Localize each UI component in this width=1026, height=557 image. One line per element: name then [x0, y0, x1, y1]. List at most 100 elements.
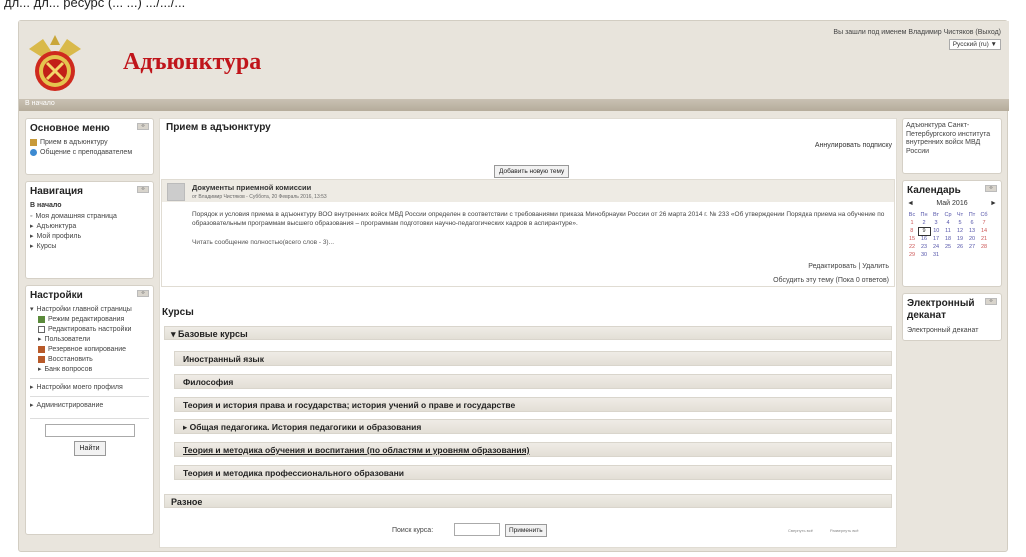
calendar-day[interactable]: 6	[966, 219, 978, 227]
calendar-day[interactable]: 28	[978, 243, 990, 251]
hide-block-icon[interactable]: ‹›	[985, 298, 997, 305]
find-button[interactable]: Найти	[73, 441, 106, 456]
expand-all-link[interactable]: Развернуть всё	[830, 528, 859, 533]
course-teaching-methods[interactable]: Теория и методика обучения и воспитания …	[174, 442, 892, 457]
settings-question-bank[interactable]: ▸ Банк вопросов	[38, 365, 149, 374]
bullet-icon: ◦	[30, 213, 33, 220]
dean-link[interactable]: Электронный деканат	[903, 324, 1001, 339]
top-clipped-text: дл... дл... ресурс (... ...) .../.../...	[4, 0, 186, 10]
dean-title: Электронный деканат ‹›	[903, 294, 1001, 324]
navigation-block: Навигация ‹› В начало ◦ Моя домашняя стран…	[25, 181, 154, 279]
chat-icon	[30, 149, 37, 156]
settings-front-page[interactable]: ▾ Настройки главной страницы	[30, 305, 149, 314]
calendar-day[interactable]: 16	[918, 235, 930, 243]
dean-block: Электронный деканат ‹› Электронный декана…	[902, 293, 1002, 341]
calendar-day[interactable]: 13	[966, 227, 978, 235]
settings-search-input[interactable]	[44, 424, 135, 437]
collapse-all-link[interactable]: Свернуть всё	[788, 528, 813, 533]
calendar-day[interactable]: 27	[966, 243, 978, 251]
calendar-day[interactable]: 24	[930, 243, 942, 251]
calendar-day[interactable]: 17	[930, 235, 942, 243]
discuss-link[interactable]: Обсудить эту тему (Пока 0 ответов)	[773, 277, 889, 284]
right-column: Адъюнктура Санкт-Петербургского институт…	[902, 118, 1002, 347]
breadcrumb-home[interactable]: В начало	[25, 100, 55, 107]
weekday-header: Чт	[956, 212, 964, 218]
header: Адъюнктура Вы зашли под именем Владимир …	[19, 21, 1009, 99]
settings-backup[interactable]: Резервное копирование	[38, 345, 149, 354]
calendar-day[interactable]: 12	[954, 227, 966, 235]
course-professional-education[interactable]: Теория и методика профессионального обра…	[174, 465, 892, 480]
nav-item-profile[interactable]: ▸ Мой профиль	[30, 232, 149, 241]
next-month-icon[interactable]: ►	[990, 200, 997, 207]
category-base-courses[interactable]: ▾ Базовые курсы	[164, 326, 892, 340]
calendar-day[interactable]: 21	[978, 235, 990, 243]
calendar-day	[978, 251, 990, 259]
nav-home[interactable]: В начало	[30, 201, 149, 210]
expand-arrow-icon: ▸	[38, 336, 42, 343]
course-search-input[interactable]	[454, 523, 500, 536]
course-general-pedagogy[interactable]: ▸ Общая педагогика. История педагогики и…	[174, 419, 892, 434]
weekday-header: Ср	[944, 212, 952, 218]
post-author[interactable]: от Владимир Чистяков - Суббота, 20 Февра…	[192, 194, 327, 200]
weekday-header: Вс	[908, 212, 916, 218]
weekday-header: Вт	[932, 212, 939, 218]
calendar-day[interactable]: 3	[930, 219, 942, 227]
course-foreign-language[interactable]: Иностранный язык	[174, 351, 892, 366]
calendar-day[interactable]: 19	[954, 235, 966, 243]
calendar-day[interactable]: 29	[906, 251, 918, 259]
hide-block-icon[interactable]: ‹›	[985, 185, 997, 192]
calendar-day[interactable]: 2	[918, 219, 930, 227]
nav-item-courses[interactable]: ▸ Курсы	[30, 242, 149, 251]
nav-item-adjunct[interactable]: ▸ Адъюнктура	[30, 222, 149, 231]
calendar-day[interactable]: 20	[966, 235, 978, 243]
calendar-day[interactable]: 9	[917, 226, 931, 236]
edit-delete-links[interactable]: Редактировать | Удалить	[808, 263, 889, 270]
calendar-day[interactable]: 10	[930, 227, 942, 235]
menu-item-communication[interactable]: Общение с преподавателем	[30, 148, 149, 157]
apply-search-button[interactable]: Применить	[505, 524, 547, 537]
calendar-block: Календарь ‹› ◄ Май 2016 ► Вс Пн Вт Ср Чт Пт Сб …	[902, 180, 1002, 287]
settings-users[interactable]: ▸ Пользователи	[38, 335, 149, 344]
calendar-day[interactable]: 18	[942, 235, 954, 243]
course-law-history[interactable]: Теория и история права и государства; ис…	[174, 397, 892, 412]
avatar[interactable]	[167, 183, 185, 201]
calendar-day[interactable]: 5	[954, 219, 966, 227]
calendar-day[interactable]: 15	[906, 235, 918, 243]
unsubscribe-link[interactable]: Аннулировать подписку	[815, 142, 892, 149]
calendar-day[interactable]: 1	[906, 219, 918, 227]
calendar-day[interactable]: 14	[978, 227, 990, 235]
calendar-day[interactable]: 8	[906, 227, 918, 235]
site-title[interactable]: Адъюнктура	[123, 49, 261, 76]
add-topic-button[interactable]: Добавить новую тему	[494, 165, 570, 178]
settings-title: Настройки ‹›	[26, 286, 153, 303]
calendar-day[interactable]: 25	[942, 243, 954, 251]
calendar-day[interactable]: 22	[906, 243, 918, 251]
calendar-day[interactable]: 31	[930, 251, 942, 259]
collapse-arrow-icon: ▾	[30, 306, 34, 313]
backup-icon	[38, 346, 45, 353]
category-misc[interactable]: Разное	[164, 494, 892, 508]
settings-my-profile[interactable]: ▸ Настройки моего профиля	[30, 383, 149, 392]
calendar-day[interactable]: 7	[978, 219, 990, 227]
navbar: В начало	[19, 99, 1009, 111]
calendar-day[interactable]: 30	[918, 251, 930, 259]
calendar-day[interactable]: 26	[954, 243, 966, 251]
calendar-day[interactable]: 4	[942, 219, 954, 227]
prev-month-icon[interactable]: ◄	[907, 200, 914, 207]
language-select[interactable]: Русский (ru) ▼	[948, 39, 1001, 50]
settings-admin[interactable]: ▸ Администрирование	[30, 401, 149, 410]
hide-block-icon[interactable]: ‹›	[137, 123, 149, 130]
hide-block-icon[interactable]: ‹›	[137, 290, 149, 297]
nav-item-dashboard[interactable]: ◦ Моя домашняя страница	[30, 212, 149, 221]
settings-restore[interactable]: Восстановить	[38, 355, 149, 364]
menu-item-admission[interactable]: Прием в адъюнктуру	[30, 138, 149, 147]
calendar-grid: Вс Пн Вт Ср Чт Пт Сб 1 2 3 4 5 6 7 8 9 10 11 12 13 14 15 16 17…	[906, 211, 991, 259]
calendar-day[interactable]: 23	[918, 243, 930, 251]
hide-block-icon[interactable]: ‹›	[137, 186, 149, 193]
course-philosophy[interactable]: Философия	[174, 374, 892, 389]
settings-edit-settings[interactable]: Редактировать настройки	[38, 325, 149, 334]
read-more-link[interactable]: Читать сообщение полностью(всего слов - …	[192, 239, 334, 246]
calendar-day[interactable]: 11	[942, 227, 954, 235]
settings-edit-mode[interactable]: Режим редактирования	[38, 315, 149, 324]
login-info[interactable]: Вы зашли под именем Владимир Чистяков (В…	[833, 29, 1001, 36]
